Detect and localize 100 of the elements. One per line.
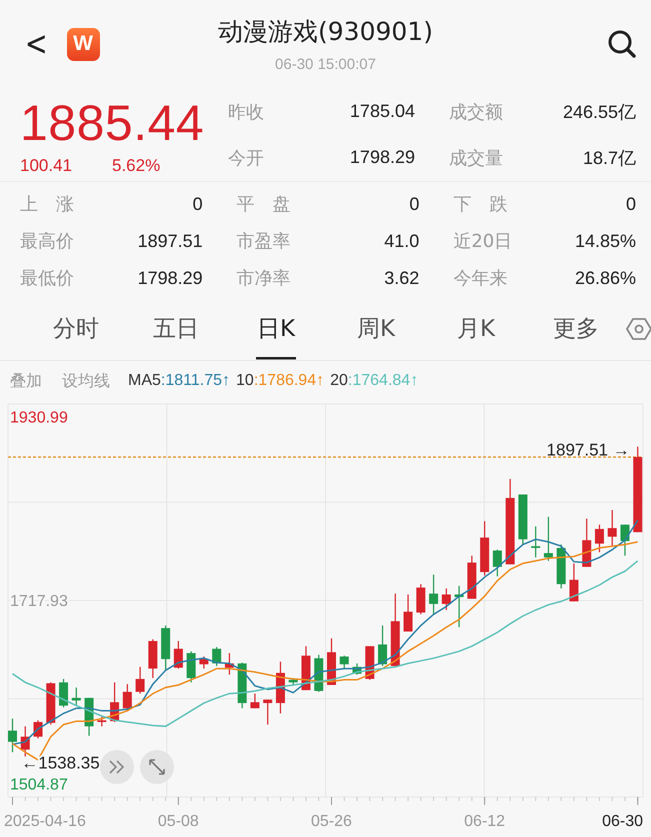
candlestick — [148, 639, 158, 678]
stat-value: 1798.29 — [138, 268, 203, 289]
candlestick — [174, 641, 183, 669]
period-tab[interactable]: 分时 — [26, 298, 126, 360]
price-axis-label: 1930.99 — [10, 409, 68, 426]
stat-value: 41.0 — [384, 230, 420, 252]
period-tab[interactable]: 日K — [256, 298, 296, 360]
search-icon[interactable] — [607, 29, 637, 60]
candlestick — [250, 694, 260, 708]
candlestick — [224, 653, 234, 675]
stat-label: 下 跌 — [453, 193, 508, 216]
double-chevron-icon — [108, 760, 126, 774]
candlestick — [518, 494, 528, 544]
candlestick — [72, 688, 81, 706]
candlestick — [480, 521, 490, 576]
candlestick — [46, 682, 56, 725]
price-axis-label: 1504.87 — [10, 776, 68, 794]
stat-value: 26.86% — [574, 268, 636, 289]
expand-button[interactable] — [140, 750, 174, 784]
stat-label: 市盈率 — [236, 230, 291, 254]
moving-average-legend: 20:1764.84↑ — [330, 372, 418, 390]
candlestick — [276, 662, 285, 714]
moving-average-legend: 10:1786.94↑ — [236, 372, 324, 390]
app-logo: W — [66, 28, 100, 61]
candlestick — [288, 678, 298, 686]
candlestick — [594, 524, 604, 552]
stat-value: 1785.04 — [350, 101, 415, 122]
candlestick — [110, 682, 120, 722]
percent-change: 5.62% — [112, 156, 160, 176]
candlestick — [186, 651, 196, 682]
scroll-forward-button[interactable] — [100, 750, 134, 784]
timestamp: 06-30 15:00:07 — [275, 56, 376, 74]
stat-value: 18.7亿 — [582, 146, 636, 170]
candlestick — [34, 720, 43, 738]
stat-label: 成交量 — [449, 146, 503, 170]
period-tab[interactable]: 月K — [426, 298, 526, 360]
price-change: 100.41 — [20, 156, 72, 176]
stat-value: 0 — [626, 194, 636, 215]
date-axis-label: 05-26 — [311, 813, 352, 830]
candlestick — [327, 638, 336, 685]
end-date-label: 06-30 — [602, 813, 643, 830]
candlestick — [620, 524, 630, 556]
candlestick — [556, 544, 566, 588]
candlestick — [122, 684, 132, 711]
stat-value: 3.62 — [384, 268, 420, 289]
candlestick — [454, 586, 464, 628]
candlestick — [378, 626, 388, 666]
date-axis-label: 06-12 — [464, 813, 506, 830]
stat-label: 昨收 — [228, 100, 264, 124]
stat-value: 0 — [409, 194, 420, 215]
stat-label: 今年来 — [453, 267, 508, 290]
stat-label: 平 盘 — [236, 193, 291, 216]
candlestick — [20, 726, 30, 756]
low-price-marker: ←1538.35 — [21, 754, 100, 772]
expand-icon — [148, 758, 166, 776]
start-date-label: 2025-04-16 — [4, 813, 86, 830]
candlestick — [352, 663, 362, 675]
candlestick — [59, 678, 68, 708]
stat-value: 1798.29 — [350, 147, 415, 168]
period-tab[interactable]: 五日 — [126, 298, 226, 360]
back-button[interactable]: < — [23, 27, 50, 62]
candlestick — [161, 626, 170, 670]
candlestick — [429, 574, 438, 614]
candlestick — [569, 563, 578, 602]
stat-value: 14.85% — [574, 230, 636, 252]
current-price: 1885.44 — [20, 94, 206, 152]
stat-value: 246.55亿 — [562, 100, 636, 124]
stat-label: 最高价 — [20, 230, 74, 254]
candlestick — [97, 716, 106, 726]
stat-label: 上 涨 — [20, 193, 74, 216]
candlestick — [263, 700, 272, 725]
candlestick — [84, 698, 94, 736]
candlestick — [467, 556, 476, 599]
stat-label: 市净率 — [236, 267, 291, 290]
moving-average-legend: MA5:1811.75↑ — [128, 372, 230, 390]
high-price-marker: 1897.51 → — [546, 440, 630, 460]
stat-label: 近20日 — [453, 230, 512, 254]
candlestick — [212, 647, 222, 666]
candlestick — [442, 588, 451, 610]
candlestick — [8, 718, 17, 752]
candlestick — [301, 646, 310, 690]
candlestick — [608, 510, 617, 546]
price-axis-label: 1717.93 — [10, 592, 68, 610]
candlestick — [531, 526, 540, 558]
stat-value: 0 — [192, 194, 203, 215]
stat-label: 最低价 — [20, 267, 74, 290]
stat-value: 1897.51 — [138, 230, 203, 252]
period-tab[interactable]: 更多 — [526, 298, 626, 360]
index-title: 动漫游戏(930901) — [218, 16, 433, 48]
candlestick — [340, 656, 349, 669]
candlestick — [404, 594, 413, 632]
candlestick — [492, 550, 502, 576]
candlestick — [199, 656, 208, 669]
candlestick — [416, 584, 426, 614]
candlestick — [136, 666, 145, 694]
stat-label: 今开 — [228, 146, 264, 170]
stat-label: 成交额 — [449, 100, 503, 124]
period-tab[interactable]: 周K — [326, 298, 426, 360]
date-axis-label: 05-08 — [158, 813, 199, 830]
candlestick — [544, 516, 553, 561]
